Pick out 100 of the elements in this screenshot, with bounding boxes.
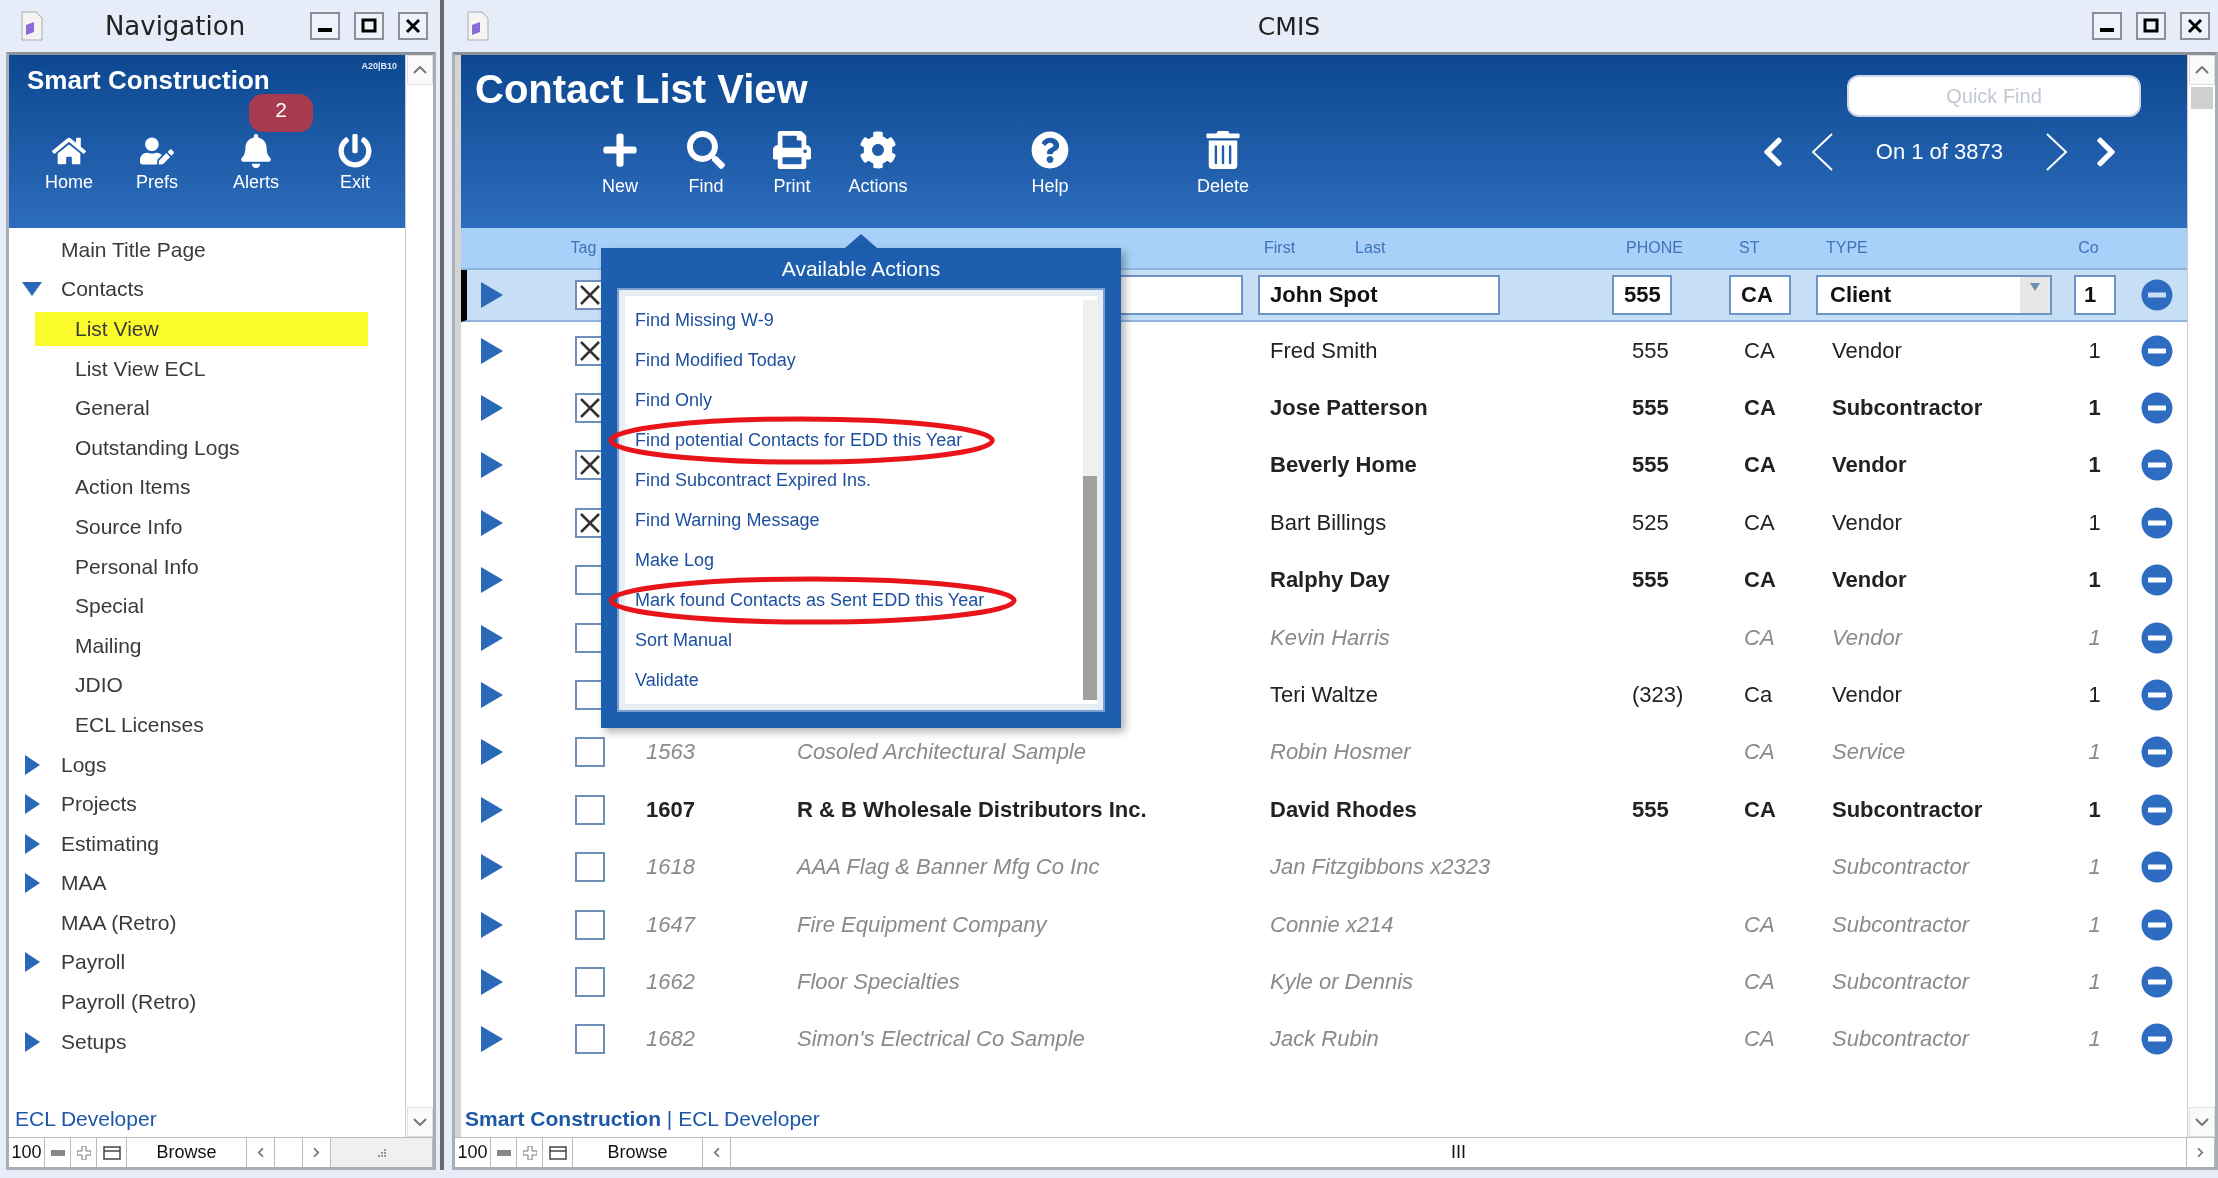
zoom-out-button[interactable] xyxy=(45,1138,71,1167)
minimize-button[interactable] xyxy=(2092,12,2122,40)
nav-tree-item[interactable]: General xyxy=(35,391,368,426)
scroll-down-button[interactable] xyxy=(2188,1107,2215,1137)
nav-tree-item[interactable]: Payroll (Retro) xyxy=(9,985,289,1020)
nav-tree-item[interactable]: Main Title Page xyxy=(9,232,289,267)
toolbar-button[interactable]: Actions xyxy=(838,131,918,197)
remove-icon[interactable] xyxy=(2141,736,2173,769)
toolbar-toggle-button[interactable] xyxy=(97,1138,127,1167)
row-arrow-icon[interactable] xyxy=(479,967,505,997)
row-arrow-icon[interactable] xyxy=(479,737,505,768)
action-item[interactable]: Find Modified Today xyxy=(635,349,796,370)
row-arrow-icon[interactable] xyxy=(479,852,505,883)
previous-record-button[interactable] xyxy=(1809,132,1834,172)
nav-tree-item[interactable]: Special xyxy=(35,589,368,624)
next-record-button[interactable] xyxy=(2045,132,2069,172)
remove-icon[interactable] xyxy=(2141,334,2173,367)
remove-icon[interactable] xyxy=(2141,279,2173,311)
scroll-up-button[interactable] xyxy=(406,55,433,85)
name-field[interactable]: John Spot xyxy=(1258,275,1500,315)
toolbar-button[interactable]: Help xyxy=(1010,131,1090,197)
nav-toolbar-button[interactable]: Alerts xyxy=(201,134,311,193)
nav-tree-item[interactable]: ECL Licenses xyxy=(35,707,368,742)
action-item[interactable]: Validate xyxy=(635,669,699,690)
nav-tree-item[interactable]: Mailing xyxy=(35,628,368,663)
nav-tree-item[interactable]: Projects xyxy=(9,787,289,822)
type-dropdown[interactable]: Client xyxy=(1816,275,2052,315)
remove-icon[interactable] xyxy=(2141,966,2173,998)
nav-tree-item[interactable]: List View xyxy=(35,312,368,346)
nav-tree-item[interactable]: MAA xyxy=(9,866,289,901)
action-item[interactable]: Make Log xyxy=(635,549,715,570)
maximize-button[interactable] xyxy=(354,12,384,40)
nav-tree-item[interactable]: Setups xyxy=(9,1024,289,1059)
row-arrow-icon[interactable] xyxy=(479,393,505,424)
row-arrow-icon[interactable] xyxy=(479,794,505,825)
popup-scrollbar[interactable] xyxy=(1083,300,1097,700)
scroll-thumb[interactable] xyxy=(1083,476,1097,700)
tag-checkbox[interactable] xyxy=(574,967,605,997)
tag-checkbox[interactable] xyxy=(574,794,605,825)
toolbar-button[interactable]: Find xyxy=(666,131,746,197)
scroll-thumb[interactable]: III xyxy=(1451,1142,1466,1163)
nav-tree-item[interactable]: Logs xyxy=(9,747,289,782)
row-arrow-icon[interactable] xyxy=(479,622,505,653)
nav-toolbar-button[interactable]: Exit xyxy=(311,134,399,193)
scroll-down-button[interactable] xyxy=(406,1107,433,1137)
tag-checkbox[interactable] xyxy=(574,852,605,883)
nav-tree-item[interactable]: List View ECL xyxy=(35,351,368,386)
row-arrow-icon[interactable] xyxy=(479,507,505,538)
row-arrow-icon[interactable] xyxy=(479,680,505,711)
row-arrow-icon[interactable] xyxy=(479,450,505,481)
resize-grip-icon[interactable] xyxy=(376,1147,387,1158)
action-item[interactable]: Find Warning Message xyxy=(635,509,820,530)
remove-icon[interactable] xyxy=(2141,851,2173,884)
nav-tree-item[interactable]: Contacts xyxy=(9,272,289,307)
nav-tree-item[interactable]: Estimating xyxy=(9,826,289,861)
action-item[interactable]: Sort Manual xyxy=(635,629,733,650)
state-field[interactable]: CA xyxy=(1729,275,1791,315)
toolbar-button[interactable]: New xyxy=(580,131,660,197)
nav-tree-item[interactable]: Outstanding Logs xyxy=(35,430,368,465)
remove-icon[interactable] xyxy=(2141,793,2173,826)
nav-toolbar-button[interactable]: Home xyxy=(25,134,113,193)
remove-icon[interactable] xyxy=(2141,679,2173,712)
maximize-button[interactable] xyxy=(2136,12,2166,40)
nav-toolbar-button[interactable]: Prefs xyxy=(113,134,201,193)
remove-icon[interactable] xyxy=(2141,506,2173,539)
close-button[interactable] xyxy=(2180,12,2210,40)
scroll-thumb[interactable] xyxy=(2190,87,2213,109)
close-button[interactable] xyxy=(398,12,428,40)
scroll-track[interactable] xyxy=(275,1138,303,1167)
toolbar-button[interactable]: Print xyxy=(752,131,832,197)
nav-tree-item[interactable]: Payroll xyxy=(9,945,289,980)
row-arrow-icon[interactable] xyxy=(479,565,505,596)
remove-icon[interactable] xyxy=(2141,564,2173,597)
minimize-button[interactable] xyxy=(310,12,340,40)
tag-checkbox[interactable] xyxy=(574,1024,605,1055)
nav-tree-item[interactable]: Personal Info xyxy=(35,549,368,584)
nav-tree-item[interactable]: Source Info xyxy=(35,509,368,544)
nav-tree-item[interactable]: Action Items xyxy=(35,470,368,505)
remove-icon[interactable] xyxy=(2141,621,2173,654)
nav-tree-item[interactable]: MAA (Retro) xyxy=(9,905,289,940)
row-arrow-icon[interactable] xyxy=(479,280,505,310)
quick-find-field[interactable]: Quick Find xyxy=(1847,75,2141,117)
remove-icon[interactable] xyxy=(2141,392,2173,425)
nav-tree-item[interactable]: JDIO xyxy=(35,668,368,703)
remove-icon[interactable] xyxy=(2141,908,2173,941)
remove-icon[interactable] xyxy=(2141,449,2173,482)
toolbar-toggle-button[interactable] xyxy=(543,1138,573,1167)
zoom-out-button[interactable] xyxy=(491,1138,517,1167)
phone-field[interactable]: 555 xyxy=(1612,275,1672,315)
row-arrow-icon[interactable] xyxy=(479,909,505,940)
tag-checkbox[interactable] xyxy=(574,737,605,768)
remove-icon[interactable] xyxy=(2141,1023,2173,1056)
company-count-field[interactable]: 1 xyxy=(2074,275,2116,315)
toolbar-button[interactable]: Delete xyxy=(1183,131,1263,197)
tag-checkbox[interactable] xyxy=(574,909,605,940)
action-item[interactable]: Find Only xyxy=(635,389,713,410)
row-arrow-icon[interactable] xyxy=(479,1024,505,1055)
row-arrow-icon[interactable] xyxy=(479,335,505,366)
action-item[interactable]: Find Subcontract Expired Ins. xyxy=(635,469,872,490)
scroll-up-button[interactable] xyxy=(2188,55,2215,85)
